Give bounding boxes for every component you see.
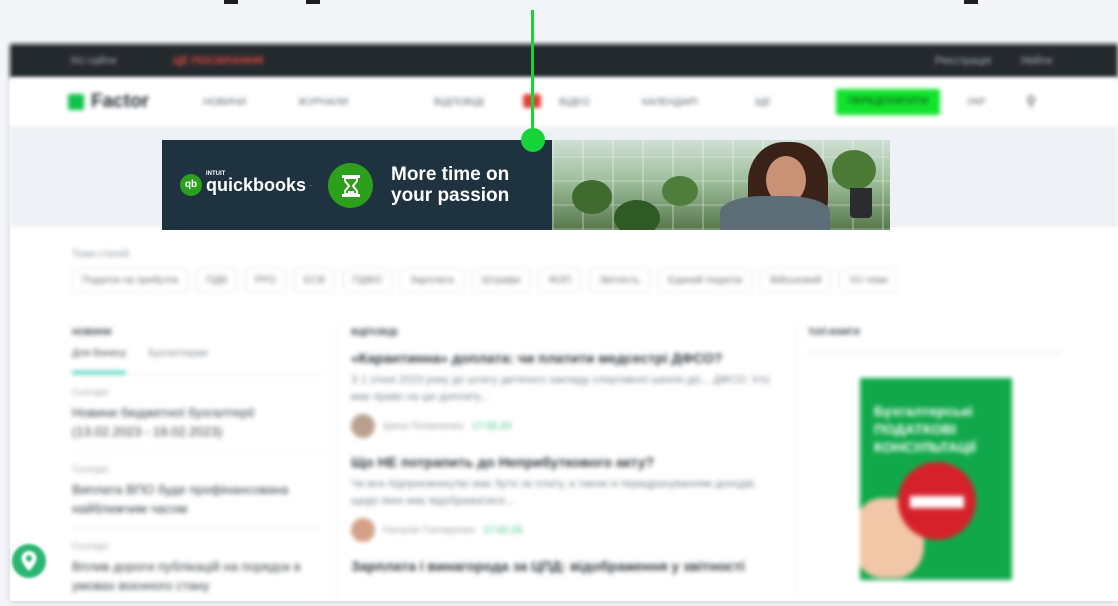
greenhouse-photo — [552, 140, 890, 230]
intuit-label: INTUIT — [206, 171, 226, 177]
top-edge-fragment — [224, 0, 238, 4]
pointer-dot — [521, 128, 545, 152]
login-link[interactable]: Увійти — [1020, 55, 1052, 67]
plant-image — [662, 176, 698, 206]
banner-headline: More time on your passion — [391, 164, 509, 206]
subscribe-button[interactable]: ПЕРЕДПЛАТИТИ — [836, 89, 940, 115]
quickbooks-wordmark: quickbooks — [206, 174, 307, 195]
top-edge-fragment — [306, 0, 320, 4]
quickbooks-mark-icon: qb — [180, 174, 202, 196]
logo-mark-icon — [68, 94, 84, 110]
ad-banner[interactable]: qb INTUIT quickbooks. More time on your … — [162, 140, 890, 230]
language-switch[interactable]: УКР — [967, 97, 986, 108]
nav-item-calendars[interactable]: КАЛЕНДАРІ — [642, 97, 698, 108]
hourglass-icon — [328, 163, 373, 208]
headline-line-1: More time on — [391, 164, 510, 185]
logo-text: Factor — [91, 91, 150, 112]
nav-item-video[interactable]: ВІДЕО — [559, 97, 590, 108]
plant-image — [832, 150, 876, 190]
location-pin-icon[interactable] — [12, 544, 46, 578]
nav-item-journals[interactable]: ЖУРНАЛИ — [298, 97, 348, 108]
site-logo[interactable]: Factor — [68, 91, 149, 113]
site-menu-link[interactable]: Усі сайти — [70, 55, 116, 67]
nav-item-news[interactable]: НОВИНИ — [203, 97, 246, 108]
promo-link[interactable]: ЦЕ ПОСИЛАННЯ — [173, 55, 263, 67]
nav-item-more[interactable]: ЩЕ — [755, 97, 771, 108]
nav-item-answers[interactable]: ВІДПОВІДІ — [434, 97, 484, 108]
pointer-line — [531, 10, 534, 140]
headline-line-2: your passion — [391, 185, 510, 206]
main-navigation: Factor НОВИНИ ЖУРНАЛИ ВІДПОВІДІ ВІДЕО КА… — [10, 78, 1118, 127]
quickbooks-logo: qb INTUIT quickbooks. — [180, 171, 312, 196]
top-bar: Усі сайти ЦЕ ПОСИЛАННЯ Реєстрація Увійти — [10, 44, 1118, 78]
top-edge-fragment — [964, 0, 978, 4]
plant-image — [572, 180, 612, 214]
register-link[interactable]: Реєстрація — [935, 55, 991, 67]
person-body — [720, 196, 830, 230]
search-icon[interactable]: ⚲ — [1026, 93, 1036, 110]
banner-text-panel: qb INTUIT quickbooks. More time on your … — [162, 140, 552, 230]
website-page: Усі сайти ЦЕ ПОСИЛАННЯ Реєстрація Увійти… — [10, 44, 1118, 601]
plant-image — [614, 200, 660, 230]
plant-pot — [850, 188, 872, 218]
